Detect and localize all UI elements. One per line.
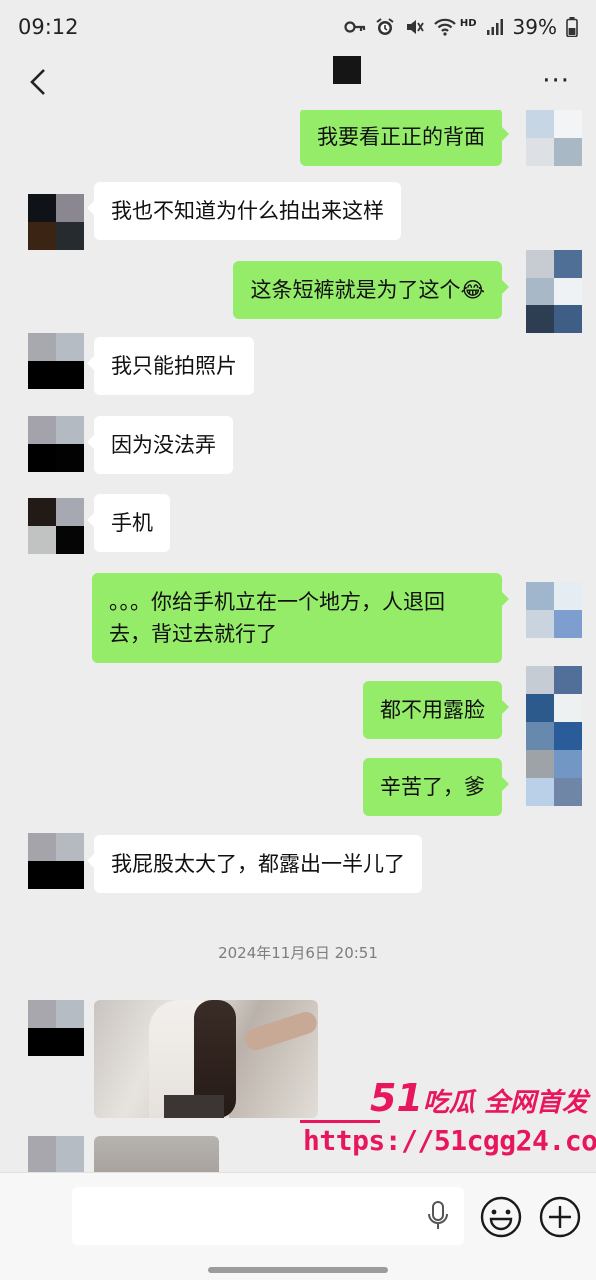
incoming-message-bubble[interactable]: 因为没法弄 [87,416,233,474]
chat-title-redacted [333,56,361,84]
contact-avatar[interactable] [28,416,84,472]
add-attachment-icon[interactable] [538,1195,582,1239]
key-icon [344,20,366,34]
image-message[interactable] [94,1136,219,1172]
more-options-button[interactable]: ··· [542,66,570,96]
outgoing-message-bubble[interactable]: 。。。你给手机立在一个地方，人退回去，背过去就行了 [92,573,509,663]
my-avatar[interactable] [526,666,582,806]
outgoing-message-bubble[interactable]: 我要看正正的背面 [300,110,509,166]
my-avatar[interactable] [526,250,582,333]
home-indicator[interactable] [208,1267,388,1273]
my-avatar[interactable] [526,582,582,638]
chat-message-list[interactable]: 我要看正正的背面 我也不知道为什么拍出来这样 这条短裤就是为了这个😂 我只能拍照… [0,110,596,1172]
emoji-icon[interactable] [479,1195,523,1239]
battery-icon [566,17,578,37]
contact-avatar[interactable] [28,1000,84,1056]
back-button[interactable] [20,64,56,100]
contact-avatar[interactable] [28,194,84,250]
outgoing-message-bubble[interactable]: 都不用露脸 [363,681,509,739]
incoming-message-bubble[interactable]: 我也不知道为什么拍出来这样 [87,182,401,240]
status-bar: 09:12 HD 39% [0,0,596,54]
watermark-brand: 51吃瓜 全网首发 [370,1076,588,1120]
my-avatar[interactable] [526,110,582,166]
status-icons: HD 39% [344,15,578,39]
microphone-icon[interactable] [426,1200,450,1232]
watermark-url: https://51cgg24.com [303,1124,596,1157]
incoming-message-bubble[interactable]: 我只能拍照片 [87,337,254,395]
message-input-bar [0,1172,596,1280]
alarm-icon [375,17,395,37]
signal-icon [486,19,504,35]
incoming-message-bubble[interactable]: 手机 [87,494,170,552]
mute-icon [404,17,424,37]
status-time: 09:12 [18,15,79,39]
battery-percent: 39% [512,15,557,39]
incoming-message-bubble[interactable]: 我屁股太大了，都露出一半儿了 [87,835,422,893]
contact-avatar[interactable] [28,833,84,889]
watermark: 51吃瓜 全网首发 https://51cgg24.com [300,1076,596,1166]
message-input[interactable] [72,1187,464,1245]
contact-avatar[interactable] [28,333,84,389]
watermark-line [300,1120,380,1123]
outgoing-message-bubble[interactable]: 辛苦了，爹 [363,758,509,816]
wifi-icon [433,18,457,36]
hd-label: HD [459,17,477,29]
outgoing-message-bubble[interactable]: 这条短裤就是为了这个😂 [233,261,509,319]
contact-avatar[interactable] [28,1136,84,1172]
contact-avatar[interactable] [28,498,84,554]
chat-header: ··· [0,54,596,110]
image-message[interactable] [94,1000,318,1118]
message-timestamp: 2024年11月6日 20:51 [218,944,378,962]
chevron-left-icon [30,69,45,95]
